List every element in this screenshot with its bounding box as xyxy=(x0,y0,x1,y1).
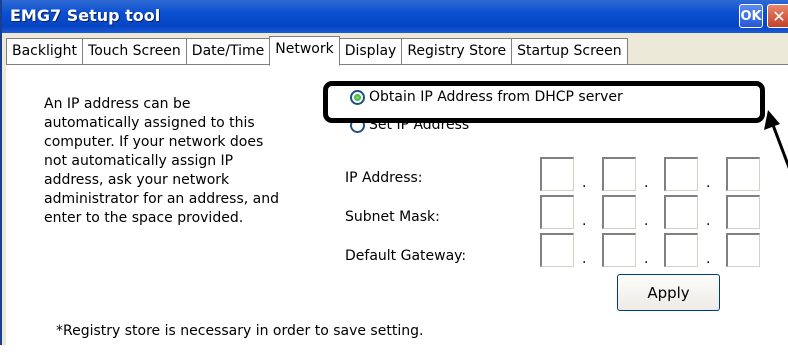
default-gateway-octet-3[interactable] xyxy=(664,233,698,267)
apply-button[interactable]: Apply xyxy=(617,274,720,311)
octet-separator: . xyxy=(706,175,711,191)
octet-separator: . xyxy=(644,175,649,191)
octet-separator: . xyxy=(644,251,649,267)
default-gateway-octet-2[interactable] xyxy=(602,233,636,267)
ip-address-octet-1[interactable] xyxy=(540,157,574,191)
ip-address-octet-4[interactable] xyxy=(726,157,760,191)
subnet-mask-octet-3[interactable] xyxy=(664,195,698,229)
ip-address-octet-2[interactable] xyxy=(602,157,636,191)
subnet-mask-label: Subnet Mask: xyxy=(345,209,440,225)
octet-separator: . xyxy=(706,251,711,267)
tab-network[interactable]: Network xyxy=(269,36,340,66)
octet-separator: . xyxy=(582,213,587,229)
octet-separator: . xyxy=(582,175,587,191)
registry-footnote: *Registry store is necessary in order to… xyxy=(56,323,424,339)
octet-separator: . xyxy=(706,213,711,229)
subnet-mask-octet-1[interactable] xyxy=(540,195,574,229)
subnet-mask-octet-4[interactable] xyxy=(726,195,760,229)
default-gateway-octet-1[interactable] xyxy=(540,233,574,267)
octet-separator: . xyxy=(582,251,587,267)
default-gateway-octet-4[interactable] xyxy=(726,233,760,267)
octet-separator: . xyxy=(644,213,649,229)
ip-address-label: IP Address: xyxy=(345,170,423,186)
default-gateway-label: Default Gateway: xyxy=(345,248,467,264)
ip-address-octet-3[interactable] xyxy=(664,157,698,191)
subnet-mask-octet-2[interactable] xyxy=(602,195,636,229)
